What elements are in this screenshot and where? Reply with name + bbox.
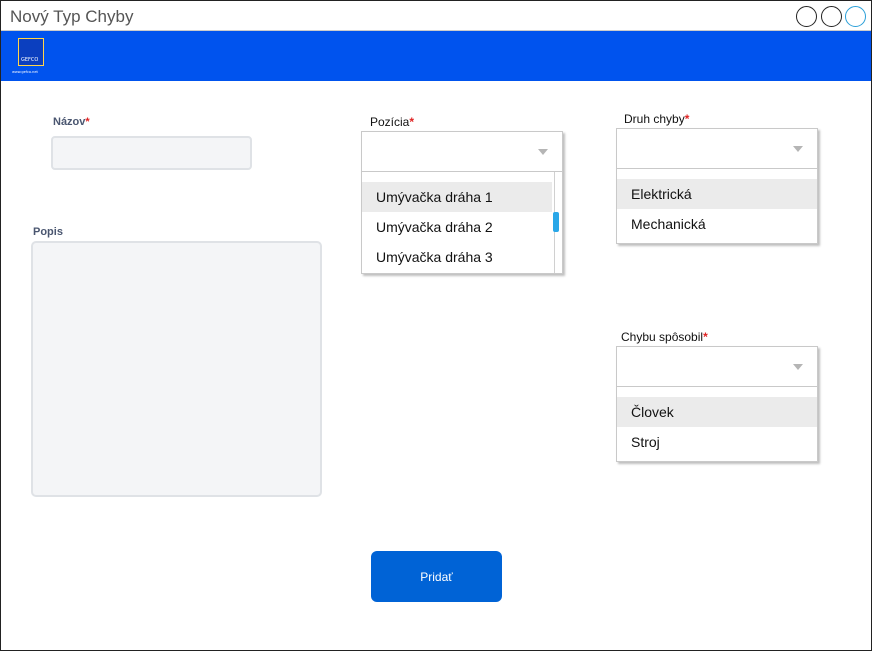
pridat-button[interactable]: Pridať xyxy=(371,551,502,602)
druh-chyby-option-1[interactable]: Elektrická xyxy=(617,179,817,209)
required-mark: * xyxy=(703,330,708,344)
druh-chyby-label: Druh chyby* xyxy=(624,112,689,126)
pozicia-dropdown[interactable]: Umývačka dráha 1 Umývačka dráha 2 Umývač… xyxy=(361,131,563,274)
chybu-sposobil-option-1[interactable]: Človek xyxy=(617,397,817,427)
required-mark: * xyxy=(409,115,415,129)
popis-label: Popis xyxy=(33,226,63,238)
pozicia-label: Pozícia* xyxy=(370,115,414,129)
chybu-sposobil-select-field[interactable] xyxy=(617,347,817,387)
chevron-down-icon xyxy=(793,364,803,370)
pozicia-select-field[interactable] xyxy=(362,132,562,172)
minimize-button[interactable] xyxy=(796,6,817,27)
popis-label-text: Popis xyxy=(33,226,63,238)
maximize-button[interactable] xyxy=(821,6,842,27)
app-header: GEFCO www.gefco.net xyxy=(1,31,871,81)
nazov-label: Názov* xyxy=(53,116,90,128)
title-bar: Nový Typ Chyby xyxy=(1,1,871,31)
chybu-sposobil-label-text: Chybu spôsobil xyxy=(621,330,704,344)
druh-chyby-dropdown[interactable]: Elektrická Mechanická xyxy=(616,128,818,244)
company-logo: GEFCO xyxy=(18,38,44,66)
required-mark: * xyxy=(684,112,690,126)
chevron-down-icon xyxy=(793,146,803,152)
app-window: Nový Typ Chyby GEFCO www.gefco.net Názov… xyxy=(0,0,872,651)
nazov-label-text: Názov xyxy=(53,116,86,128)
pozicia-option-2[interactable]: Umývačka dráha 2 xyxy=(362,212,552,242)
required-mark: * xyxy=(85,116,90,128)
druh-chyby-label-text: Druh chyby xyxy=(624,112,685,126)
logo-subtext: www.gefco.net xyxy=(12,70,38,74)
chybu-sposobil-dropdown[interactable]: Človek Stroj xyxy=(616,346,818,462)
close-button[interactable] xyxy=(845,6,866,27)
pozicia-option-1[interactable]: Umývačka dráha 1 xyxy=(362,182,552,212)
druh-chyby-select-field[interactable] xyxy=(617,129,817,169)
window-title: Nový Typ Chyby xyxy=(10,7,134,26)
chybu-sposobil-label: Chybu spôsobil* xyxy=(621,330,708,344)
pozicia-scrollbar-thumb[interactable] xyxy=(553,212,559,232)
nazov-input[interactable] xyxy=(51,136,252,170)
chybu-sposobil-option-2[interactable]: Stroj xyxy=(617,427,817,457)
druh-chyby-option-2[interactable]: Mechanická xyxy=(617,209,817,239)
popis-textarea[interactable] xyxy=(31,241,322,497)
pozicia-label-text: Pozícia xyxy=(370,115,410,129)
chevron-down-icon xyxy=(538,149,548,155)
logo-text: GEFCO xyxy=(21,57,39,63)
pozicia-option-3[interactable]: Umývačka dráha 3 xyxy=(362,242,552,272)
